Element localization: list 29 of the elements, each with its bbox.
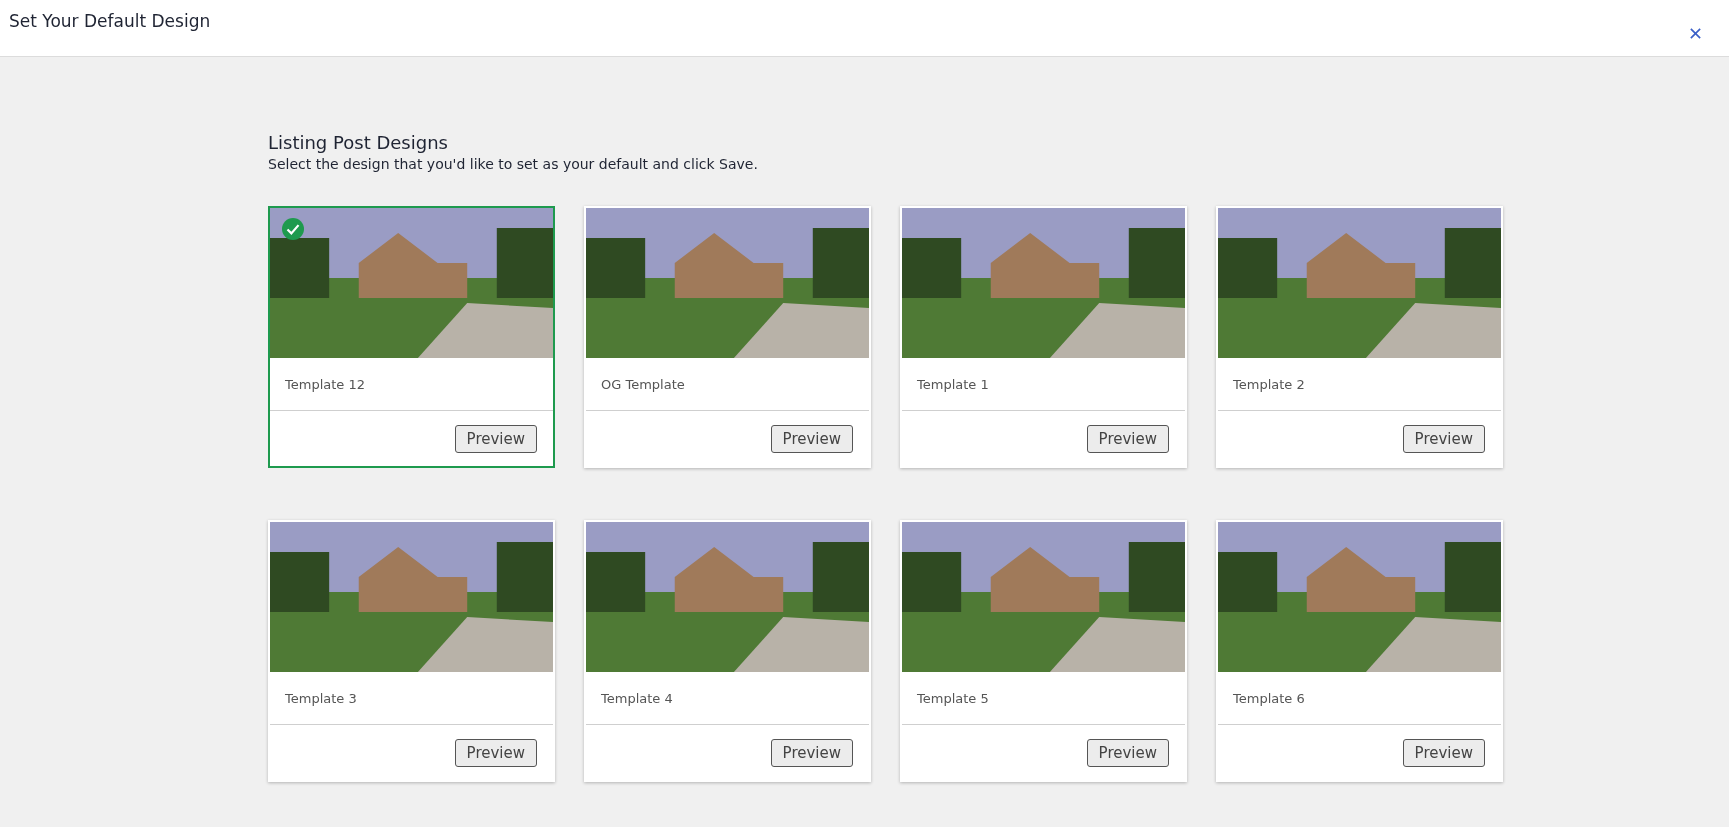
preview-button[interactable]: Preview [454,424,537,453]
template-name: Template 12 [270,358,553,411]
template-card[interactable]: Template 12 Preview [268,206,555,468]
template-card[interactable]: Template 2 Preview [1216,206,1503,468]
template-name: Template 5 [902,672,1185,725]
section-title: Listing Post Designs [268,132,449,153]
preview-button[interactable]: Preview [770,424,853,453]
preview-button[interactable]: Preview [770,738,853,767]
template-name: Template 2 [1218,358,1501,411]
preview-button[interactable]: Preview [454,738,537,767]
checkmark-icon [282,218,304,240]
preview-button[interactable]: Preview [1402,424,1485,453]
template-card[interactable]: OG Template Preview [584,206,871,468]
template-card[interactable]: Template 6 Preview [1216,520,1503,782]
preview-button[interactable]: Preview [1086,424,1169,453]
preview-button[interactable]: Preview [1402,738,1485,767]
preview-button[interactable]: Preview [1086,738,1169,767]
template-card[interactable]: Template 4 Preview [584,520,871,782]
template-name: Template 3 [270,672,553,725]
dialog-title: Set Your Default Design [9,11,211,31]
template-name: Template 6 [1218,672,1501,725]
template-card[interactable]: Template 3 Preview [268,520,555,782]
template-name: Template 1 [902,358,1185,411]
template-name: OG Template [586,358,869,411]
section-subtitle: Select the design that you'd like to set as your default and click Save. [268,156,759,172]
template-card[interactable]: Template 5 Preview [900,520,1187,782]
template-card[interactable]: Template 1 Preview [900,206,1187,468]
template-name: Template 4 [586,672,869,725]
close-icon[interactable] [1689,26,1702,40]
